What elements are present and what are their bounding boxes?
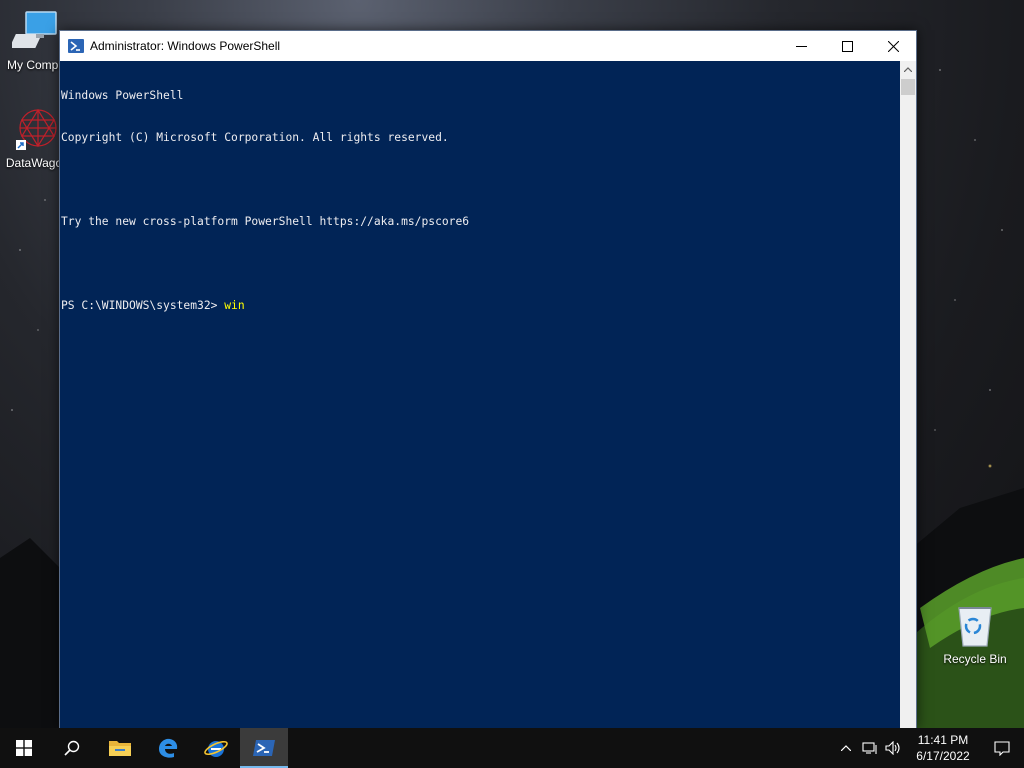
show-hidden-icons-button[interactable] [834,728,858,768]
scroll-thumb[interactable] [901,79,915,95]
console-command[interactable]: win [224,299,244,312]
console-prompt-line[interactable]: PS C:\WINDOWS\system32> win [61,299,901,313]
recycle-bin-desktop-icon[interactable]: Recycle Bin [937,602,1013,666]
recycle-bin-label: Recycle Bin [943,652,1007,666]
powershell-window[interactable]: Administrator: Windows PowerShell Window… [59,30,917,728]
vertical-scrollbar[interactable] [900,61,916,728]
minimize-icon [795,45,807,47]
taskbar-edge[interactable] [144,728,192,768]
action-center-button[interactable] [980,728,1024,768]
console-output[interactable]: Windows PowerShell Copyright (C) Microso… [60,61,901,728]
maximize-icon [841,40,853,52]
chevron-up-icon [841,745,851,751]
search-button[interactable] [48,728,96,768]
recycle-bin-icon [951,602,999,650]
close-icon [887,40,899,52]
clock-time: 11:41 PM [917,733,969,747]
search-icon [64,740,80,756]
network-button[interactable] [858,728,882,768]
computer-icon [9,8,60,56]
notification-icon [994,741,1010,756]
network-icon [862,742,877,754]
taskbar: 11:41 PM 6/17/2022 [0,728,1024,768]
taskbar-powershell[interactable] [240,728,288,768]
maximize-button[interactable] [824,31,870,61]
datawagon-icon [12,106,60,154]
volume-button[interactable] [882,728,906,768]
start-icon [16,740,32,756]
taskbar-clock[interactable]: 11:41 PM 6/17/2022 [912,732,974,764]
scroll-up-button[interactable] [900,61,916,77]
powershell-title-icon [68,38,84,54]
console-prompt: PS C:\WINDOWS\system32> [61,299,225,312]
chevron-up-icon [904,66,912,72]
console-line: Try the new cross-platform PowerShell ht… [61,215,470,228]
system-tray: 11:41 PM 6/17/2022 [834,728,1024,768]
console-line: Copyright (C) Microsoft Corporation. All… [61,131,449,144]
clock-date: 6/17/2022 [916,749,970,763]
edge-legacy-icon [159,738,178,758]
volume-icon [885,741,900,755]
taskbar-file-explorer[interactable] [96,728,144,768]
internet-explorer-icon [204,740,228,757]
window-title: Administrator: Windows PowerShell [90,39,281,53]
console-line: Windows PowerShell [61,89,184,102]
minimize-button[interactable] [778,31,824,61]
title-bar[interactable]: Administrator: Windows PowerShell [60,31,916,61]
file-explorer-icon [109,741,131,756]
taskbar-internet-explorer[interactable] [192,728,240,768]
start-button[interactable] [0,728,48,768]
close-button[interactable] [870,31,916,61]
powershell-icon [253,740,275,756]
